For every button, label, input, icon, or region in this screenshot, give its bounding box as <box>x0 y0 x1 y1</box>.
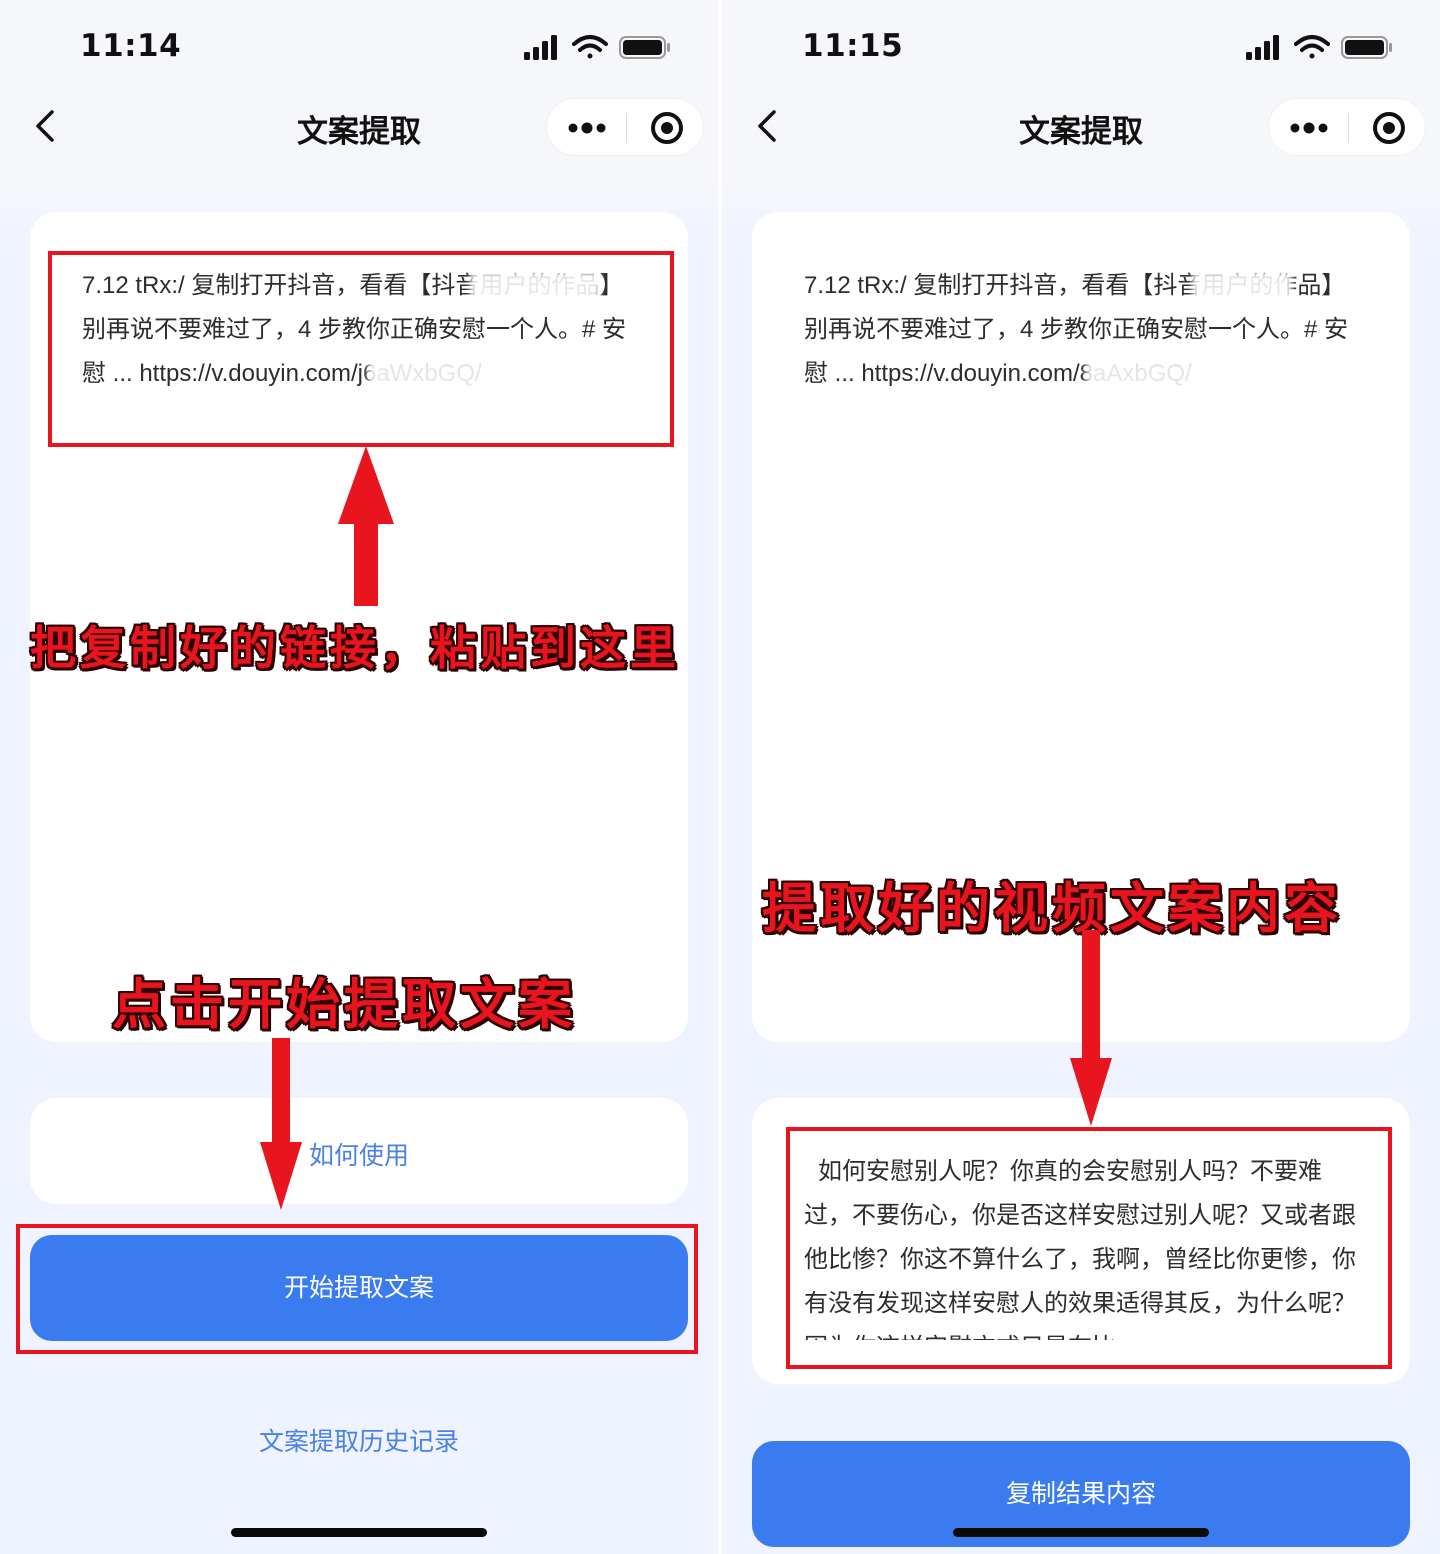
mini-program-capsule <box>1268 98 1426 156</box>
down-arrow-annotation <box>260 1038 302 1210</box>
target-circle-icon[interactable] <box>1363 108 1415 148</box>
more-dots-icon[interactable] <box>1281 108 1337 148</box>
phone-screen-left: 11:14 文案提取 7.12 tRx:/ 复制打开抖音，看看【抖音用户的作品】… <box>0 0 718 1554</box>
up-arrow-annotation <box>338 446 394 606</box>
capsule-divider <box>1348 113 1349 143</box>
down-arrow-annotation <box>1070 930 1112 1126</box>
wifi-icon <box>572 35 608 59</box>
home-indicator <box>953 1528 1209 1537</box>
redacted-author <box>1192 272 1292 306</box>
more-dots-icon[interactable] <box>559 108 615 148</box>
howto-card[interactable]: 如何使用 <box>30 1098 688 1204</box>
status-icons <box>524 35 670 60</box>
start-extract-button[interactable]: 开始提取文案 <box>30 1235 688 1341</box>
paste-highlight-box <box>48 251 674 447</box>
page-title: 文案提取 <box>297 114 421 150</box>
paste-annotation: 把复制好的链接，粘贴到这里 <box>30 621 680 675</box>
howto-link[interactable]: 如何使用 <box>30 1136 688 1172</box>
status-time: 11:14 <box>80 28 182 64</box>
cellular-signal-icon <box>524 35 557 60</box>
capsule-divider <box>626 113 627 143</box>
wifi-icon <box>1294 35 1330 59</box>
target-circle-icon[interactable] <box>641 108 693 148</box>
back-chevron-icon[interactable] <box>748 104 792 148</box>
battery-icon <box>619 36 670 59</box>
phone-screen-right: 11:15 文案提取 7.12 tRx:/ 复制打开抖音，看看【抖音用户的作品】… <box>722 0 1440 1554</box>
home-indicator <box>231 1528 487 1537</box>
result-highlight-box <box>786 1127 1392 1369</box>
battery-icon <box>1341 36 1392 59</box>
mini-program-capsule <box>546 98 704 156</box>
back-chevron-icon[interactable] <box>26 104 70 148</box>
redacted-link <box>1086 360 1286 394</box>
result-annotation: 提取好的视频文案内容 <box>762 877 1342 940</box>
start-annotation: 点击开始提取文案 <box>112 973 576 1036</box>
cellular-signal-icon <box>1246 35 1279 60</box>
status-time: 11:15 <box>802 28 904 64</box>
history-link[interactable]: 文案提取历史记录 <box>0 1422 718 1458</box>
page-title: 文案提取 <box>1019 114 1143 150</box>
status-icons <box>1246 35 1392 60</box>
